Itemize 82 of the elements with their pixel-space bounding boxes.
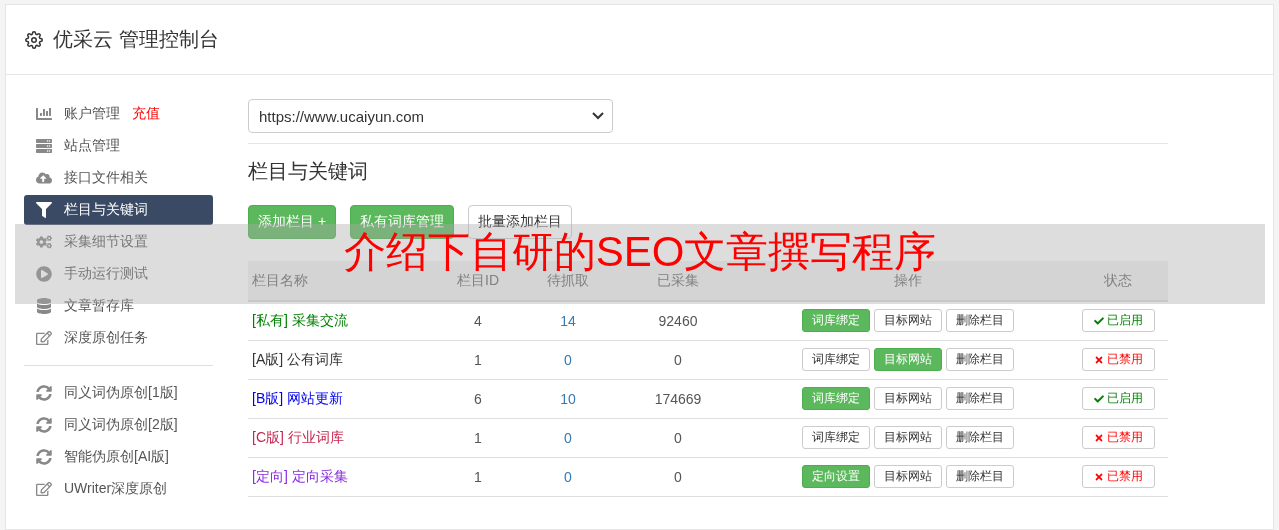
table-cell: 1	[428, 418, 528, 457]
sidebar-item[interactable]: 栏目与关键词	[24, 195, 213, 225]
table-cell: [C版] 行业词库	[248, 418, 428, 457]
sidebar-label: 手动运行测试	[64, 265, 148, 283]
cloud-upload-icon	[36, 170, 52, 186]
refresh-icon	[36, 417, 52, 433]
action-button[interactable]: 删除栏目	[946, 465, 1014, 488]
action-button[interactable]: 词库绑定	[802, 348, 870, 371]
sidebar-label: UWriter深度原创	[64, 480, 168, 498]
table-cell: 0	[528, 418, 608, 457]
sidebar-label: 同义词伪原创[2版]	[64, 416, 178, 434]
column-header: 状态	[1068, 261, 1168, 301]
sidebar-label: 文章暂存库	[64, 297, 134, 315]
table-cell: [B版] 网站更新	[248, 379, 428, 418]
table-cell: 0	[528, 340, 608, 379]
action-button[interactable]: 删除栏目	[946, 426, 1014, 449]
recharge-link[interactable]: 充值	[132, 105, 160, 123]
sidebar-item[interactable]: 站点管理	[24, 131, 213, 161]
gears-icon	[36, 234, 52, 250]
action-button[interactable]: 删除栏目	[946, 387, 1014, 410]
table-cell: [私有] 采集交流	[248, 301, 428, 340]
status-button[interactable]: 已启用	[1081, 387, 1155, 410]
sidebar-label: 账户管理	[64, 105, 120, 123]
status-button[interactable]: 已禁用	[1081, 348, 1155, 371]
sidebar-item[interactable]: 同义词伪原创[2版]	[24, 410, 213, 440]
status-button[interactable]: 已禁用	[1081, 426, 1155, 449]
status-button[interactable]: 已启用	[1081, 309, 1155, 333]
play-icon	[36, 266, 52, 282]
sidebar-item[interactable]: 账户管理 充值	[24, 99, 213, 129]
table-cell: 0	[608, 457, 748, 496]
table-cell: 174669	[608, 379, 748, 418]
action-button[interactable]: 目标网站	[874, 309, 942, 333]
database-icon	[36, 298, 52, 314]
table-cell: 92460	[608, 301, 748, 340]
refresh-icon	[36, 449, 52, 465]
sidebar-label: 接口文件相关	[64, 169, 148, 187]
chart-icon	[36, 106, 52, 122]
table-cell: 1	[428, 457, 528, 496]
sidebar-item[interactable]: 同义词伪原创[1版]	[24, 378, 213, 408]
filter-icon	[36, 202, 52, 218]
action-button[interactable]: 目标网站	[874, 465, 942, 488]
edit-icon	[36, 481, 52, 497]
console-title: 优采云 管理控制台	[53, 27, 219, 52]
action-button[interactable]: 目标网站	[874, 387, 942, 410]
check-icon	[1093, 393, 1104, 404]
site-select[interactable]: https://www.ucaiyun.com	[248, 99, 613, 133]
sidebar-item[interactable]: 深度原创任务	[24, 323, 213, 353]
cross-icon	[1093, 432, 1104, 443]
action-button[interactable]: 删除栏目	[946, 348, 1014, 371]
table-cell: 0	[608, 418, 748, 457]
edit-icon	[36, 330, 52, 346]
cross-icon	[1093, 471, 1104, 482]
sidebar-label: 采集细节设置	[64, 233, 148, 251]
table-cell: [A版] 公有词库	[248, 340, 428, 379]
sidebar-label: 栏目与关键词	[64, 201, 148, 219]
sidebar-label: 同义词伪原创[1版]	[64, 384, 178, 402]
sidebar-item[interactable]: 接口文件相关	[24, 163, 213, 193]
check-icon	[1093, 315, 1104, 326]
table-cell: 0	[608, 340, 748, 379]
action-button[interactable]: 删除栏目	[946, 309, 1014, 333]
table-cell: [定向] 定向采集	[248, 457, 428, 496]
server-icon	[36, 138, 52, 154]
sidebar-item[interactable]: 智能伪原创[AI版]	[24, 442, 213, 472]
settings-icon	[25, 30, 43, 49]
sidebar-label: 深度原创任务	[64, 329, 148, 347]
table-cell: 0	[528, 457, 608, 496]
section-title: 栏目与关键词	[248, 159, 369, 184]
action-button[interactable]: 词库绑定	[802, 426, 870, 449]
cross-icon	[1093, 354, 1104, 365]
sidebar-label: 站点管理	[64, 137, 120, 155]
sidebar-label: 智能伪原创[AI版]	[64, 448, 169, 466]
table-cell: 14	[528, 301, 608, 340]
table-cell: 10	[528, 379, 608, 418]
sidebar-item[interactable]: 文章暂存库	[24, 291, 213, 321]
caret-icon	[592, 112, 604, 120]
refresh-icon	[36, 385, 52, 401]
status-button[interactable]: 已禁用	[1081, 465, 1155, 488]
sidebar-item[interactable]: UWriter深度原创	[24, 474, 213, 504]
table-cell: 4	[428, 301, 528, 340]
table-cell: 1	[428, 340, 528, 379]
table-cell: 6	[428, 379, 528, 418]
action-button[interactable]: 目标网站	[874, 426, 942, 449]
